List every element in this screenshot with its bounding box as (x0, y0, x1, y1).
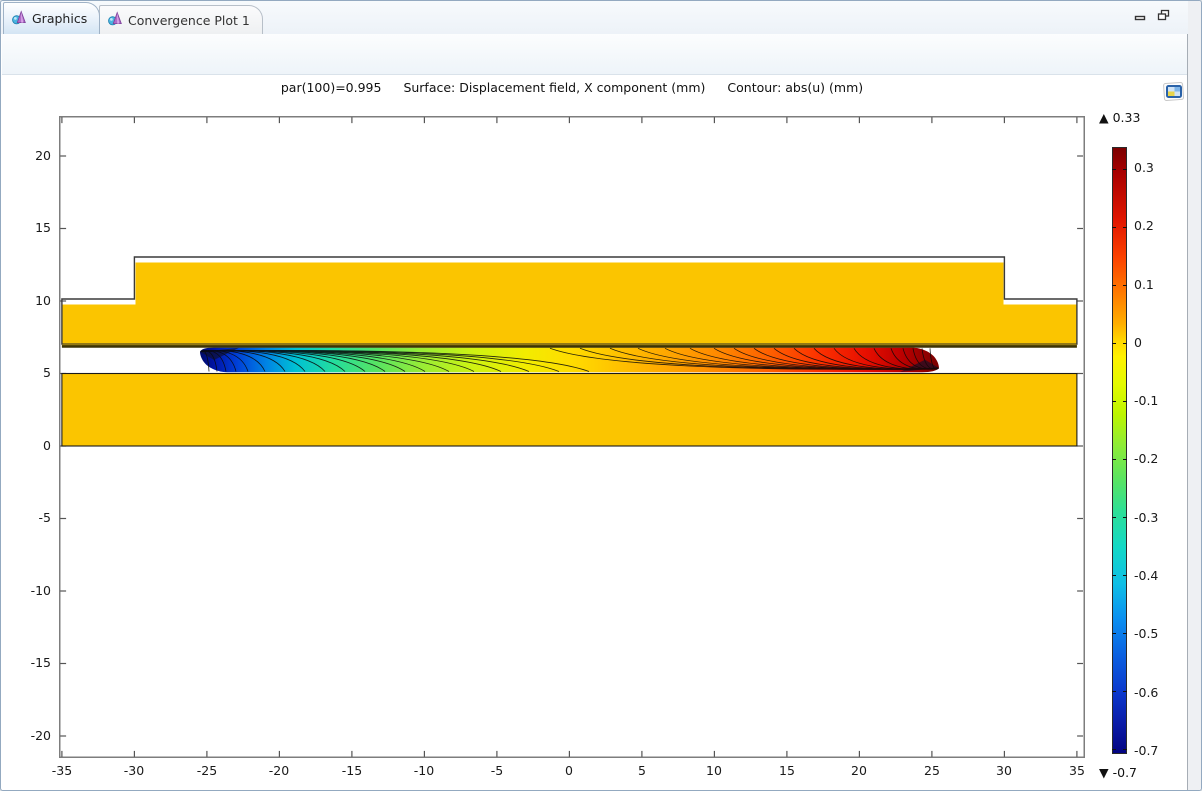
x-tick-label: 10 (706, 763, 722, 778)
graphics-plot-icon (12, 10, 27, 28)
max-marker-icon: ▲ (1099, 110, 1109, 125)
upper-plate-deformed-shape (62, 263, 1077, 347)
tab-convergence-plot[interactable]: Convergence Plot 1 (99, 5, 263, 34)
x-tick-label: 0 (565, 763, 573, 778)
x-tick-label: 35 (1069, 763, 1085, 778)
plot-figure[interactable] (59, 116, 1085, 758)
x-tick-label: 30 (996, 763, 1012, 778)
colorbar-tick-label: 0.2 (1134, 218, 1154, 233)
y-tick-label: 20 (14, 148, 51, 163)
y-tick-label: 10 (14, 293, 51, 308)
x-tick-label: -10 (414, 763, 434, 778)
colorbar-tick-label: -0.5 (1134, 626, 1158, 641)
x-tick-label: -35 (52, 763, 72, 778)
y-tick-label: 0 (14, 438, 51, 453)
x-tick-label: -30 (124, 763, 144, 778)
y-tick-label: -15 (14, 655, 51, 670)
colorbar-tick-label: -0.1 (1134, 393, 1158, 408)
tab-strip: Graphics Convergence Plot 1 (1, 1, 1188, 34)
graphics-window: Graphics Convergence Plot 1 (0, 0, 1202, 791)
colorbar-tick-label: 0.3 (1134, 160, 1154, 175)
view-controls (1133, 9, 1170, 21)
y-tick-label: -5 (14, 510, 51, 525)
x-tick-label: 25 (924, 763, 940, 778)
x-tick-label: -15 (342, 763, 362, 778)
colorbar-tick-label: 0 (1134, 335, 1142, 350)
title-parameter: par(100)=0.995 (281, 80, 382, 95)
lower-plate-shape (62, 374, 1077, 447)
colorbar-min: ▼ -0.7 (1099, 765, 1137, 780)
title-contour: Contour: abs(u) (mm) (727, 80, 863, 95)
x-tick-label: -20 (269, 763, 289, 778)
tab-label: Graphics (32, 11, 87, 26)
colorbar-tick-label: -0.2 (1134, 451, 1158, 466)
graphics-plot-icon (108, 11, 123, 29)
x-tick-label: 5 (638, 763, 646, 778)
colorbar-tick-label: -0.7 (1134, 743, 1158, 758)
colorbar (1112, 147, 1127, 754)
colorbar-tick-label: -0.6 (1134, 685, 1158, 700)
y-tick-label: -10 (14, 583, 51, 598)
y-tick-label: 5 (14, 365, 51, 380)
plot-canvas-area: par(100)=0.995 Surface: Displacement fie… (2, 76, 1187, 791)
graphics-toolbar (2, 34, 1187, 75)
tab-graphics[interactable]: Graphics (3, 2, 100, 34)
x-tick-label: -5 (491, 763, 503, 778)
min-marker-icon: ▼ (1099, 765, 1109, 780)
x-tick-label: 15 (779, 763, 795, 778)
image-tools-icon[interactable] (1162, 82, 1186, 103)
colorbar-tick-label: -0.3 (1134, 510, 1158, 525)
colorbar-tick-label: -0.4 (1134, 568, 1158, 583)
restore-icon[interactable] (1156, 9, 1170, 21)
colorbar-max: ▲ 0.33 (1099, 110, 1140, 125)
colorbar-tick-label: 0.1 (1134, 277, 1154, 292)
y-tick-label: 15 (14, 220, 51, 235)
x-tick-label: -25 (197, 763, 217, 778)
window-edge-strip (1187, 1, 1201, 790)
y-tick-label: -20 (14, 728, 51, 743)
tab-label: Convergence Plot 1 (128, 13, 250, 28)
x-tick-label: 20 (851, 763, 867, 778)
minimize-icon[interactable] (1133, 9, 1147, 21)
title-surface: Surface: Displacement field, X component… (403, 80, 705, 95)
plot-title: par(100)=0.995 Surface: Displacement fie… (59, 80, 1085, 95)
